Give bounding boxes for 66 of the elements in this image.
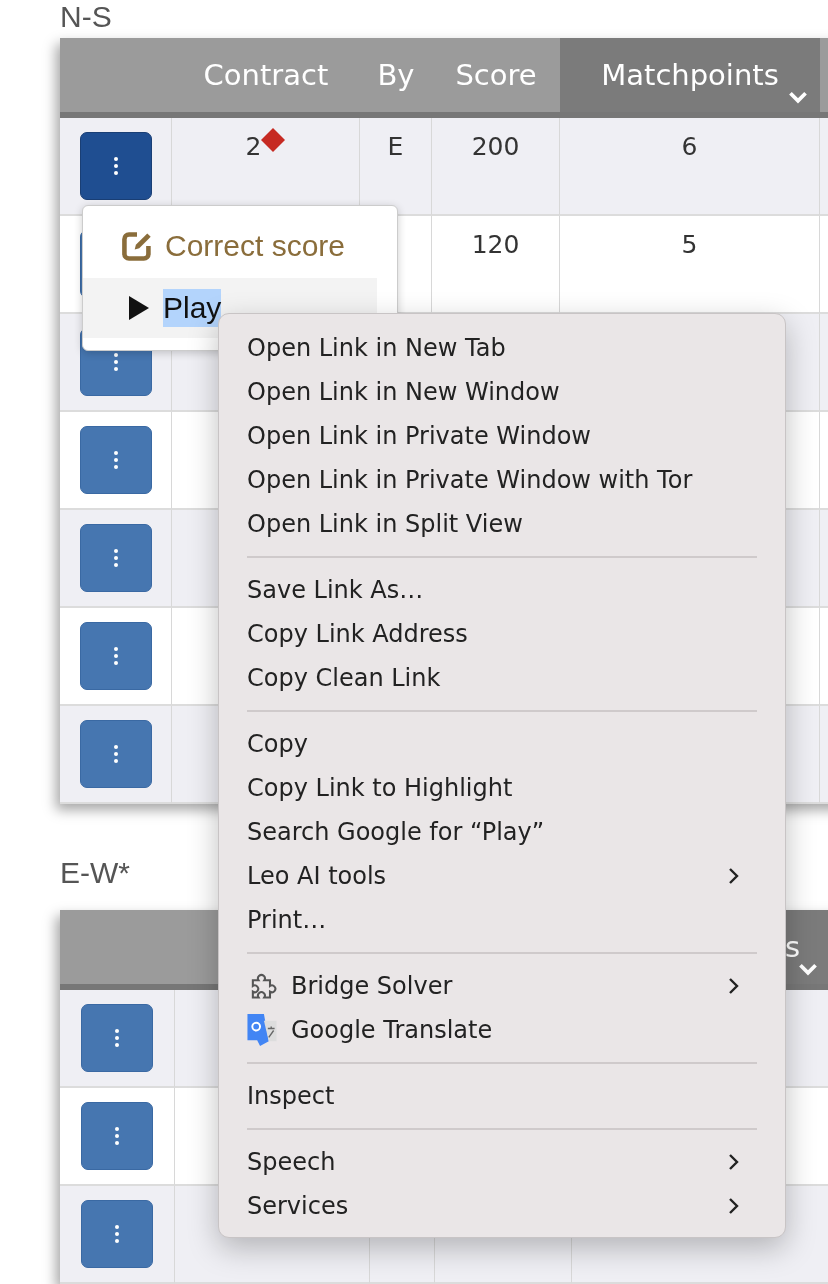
row-menu-button[interactable] bbox=[79, 622, 152, 690]
context-menu-item[interactable]: Open Link in New Window bbox=[247, 370, 757, 414]
context-menu-item[interactable]: Open Link in Split View bbox=[247, 502, 757, 546]
row-menu-button[interactable] bbox=[79, 426, 152, 494]
menu-item-label: Save Link As… bbox=[247, 576, 425, 604]
chevron-down-icon bbox=[798, 962, 818, 976]
column-header[interactable]: Matchpoints bbox=[560, 38, 820, 118]
context-menu-item[interactable]: Services bbox=[247, 1184, 757, 1228]
row-menu-button[interactable] bbox=[79, 524, 152, 592]
menu-item-label: Print… bbox=[247, 906, 328, 934]
kebab-icon bbox=[113, 549, 118, 567]
kebab-icon bbox=[115, 1029, 119, 1047]
section-heading: E-W* bbox=[60, 856, 130, 890]
row-menu-button[interactable] bbox=[79, 720, 152, 788]
kebab-icon bbox=[113, 157, 118, 175]
menu-item-label: Services bbox=[247, 1192, 350, 1220]
table-cell: 120 bbox=[432, 216, 560, 314]
context-menu-item[interactable]: Open Link in Private Window with Tor bbox=[247, 458, 757, 502]
kebab-icon bbox=[115, 1225, 119, 1243]
menu-item-label: Google Translate bbox=[291, 1016, 494, 1044]
menu-item-label: Copy Link to Highlight bbox=[247, 774, 514, 802]
menu-item-label: Play bbox=[163, 289, 222, 327]
menu-item-label: Copy bbox=[247, 730, 309, 758]
context-menu-item[interactable]: Copy Clean Link bbox=[247, 656, 757, 700]
menu-item[interactable]: Correct score bbox=[83, 214, 377, 278]
context-menu-item[interactable]: Speech bbox=[247, 1140, 757, 1184]
section-heading: N-S bbox=[60, 0, 112, 35]
menu-item-label: Open Link in Private Window with Tor bbox=[247, 466, 694, 494]
menu-item-label: Correct score bbox=[165, 229, 346, 263]
row-menu-button[interactable] bbox=[79, 132, 152, 200]
context-menu-item[interactable]: Open Link in Private Window bbox=[247, 414, 757, 458]
kebab-icon bbox=[115, 1127, 119, 1145]
context-menu-item[interactable]: Print… bbox=[247, 898, 757, 942]
context-menu-item[interactable]: Copy Link to Highlight bbox=[247, 766, 757, 810]
diamond-icon bbox=[261, 128, 286, 152]
table-cell: 5 bbox=[560, 216, 820, 314]
context-menu-item[interactable]: Leo AI tools bbox=[247, 854, 757, 898]
kebab-icon bbox=[113, 451, 118, 469]
table-cell: E bbox=[360, 118, 432, 216]
kebab-icon bbox=[113, 745, 118, 763]
menu-item-label: Copy Link Address bbox=[247, 620, 469, 648]
edit-icon bbox=[121, 230, 153, 262]
table-cell: 200 bbox=[432, 118, 560, 216]
translate-icon bbox=[247, 1014, 277, 1046]
menu-item-label: Copy Clean Link bbox=[247, 664, 442, 692]
menu-item-label: Inspect bbox=[247, 1082, 336, 1110]
context-menu-item[interactable]: Copy Link Address bbox=[247, 612, 757, 656]
contract-text: 2 bbox=[245, 132, 262, 162]
menu-item-label: Bridge Solver bbox=[291, 972, 454, 1000]
kebab-icon bbox=[113, 353, 118, 371]
menu-item-label: Search Google for “Play” bbox=[247, 818, 546, 846]
table-cell: 6 bbox=[560, 118, 820, 216]
context-menu-item[interactable]: Copy bbox=[247, 722, 757, 766]
context-menu-item[interactable]: Bridge Solver bbox=[247, 964, 757, 1008]
menu-item-label: Speech bbox=[247, 1148, 337, 1176]
context-menu-item[interactable]: Google Translate bbox=[247, 1008, 757, 1052]
chevron-down-icon bbox=[788, 90, 808, 104]
context-menu-item[interactable]: Search Google for “Play” bbox=[247, 810, 757, 854]
play-icon bbox=[127, 295, 151, 321]
menu-item-label: Open Link in Split View bbox=[247, 510, 524, 538]
context-menu-item[interactable]: Inspect bbox=[247, 1074, 757, 1118]
menu-item-label: Leo AI tools bbox=[247, 862, 388, 890]
kebab-icon bbox=[113, 647, 118, 665]
menu-item-label: Open Link in New Window bbox=[247, 378, 561, 406]
menu-item-label: Open Link in Private Window bbox=[247, 422, 592, 450]
context-menu-item[interactable]: Save Link As… bbox=[247, 568, 757, 612]
